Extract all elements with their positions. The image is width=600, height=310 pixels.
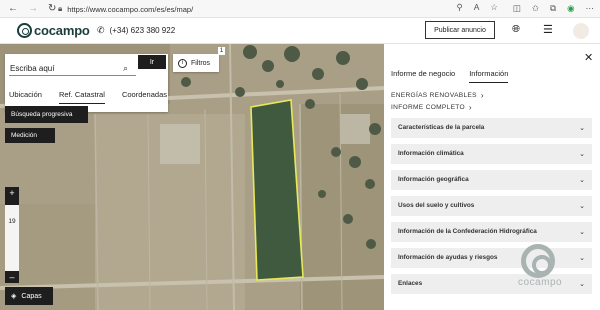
layers-button[interactable]: ◈ Capas — [5, 287, 53, 305]
chevron-down-icon: ⌄ — [579, 202, 585, 210]
split-screen-icon[interactable]: ◫ — [513, 3, 521, 14]
map[interactable]: ⌕ Ir Ubicación Ref. Catastral Coordenada… — [0, 44, 384, 310]
address-bar[interactable]: 🔒︎ https://www.cocampo.com/es/es/map/ ⚲ … — [58, 2, 498, 16]
section-land-use[interactable]: Usos del suelo y cultivos ⌄ — [391, 196, 592, 216]
zoom-control: + 19 – — [5, 187, 19, 283]
site-header: cocampo ✆ (+34) 623 380 922 Publicar anu… — [0, 18, 600, 44]
renewable-energy-label: ENERGÍAS RENOVABLES — [391, 92, 477, 99]
chevron-down-icon: ⌄ — [579, 150, 585, 158]
chevron-down-icon: ⌄ — [579, 176, 585, 184]
browser-extensions: ◫ ✩ ⧉ ◉ ⋯ — [513, 3, 594, 14]
filters-button[interactable]: i Filtros — [173, 54, 219, 72]
search-tabs: Ubicación Ref. Catastral Coordenadas — [9, 90, 167, 104]
measurement-button[interactable]: Medición — [5, 128, 55, 143]
tab-information[interactable]: Información — [469, 69, 509, 83]
zoom-level: 19 — [8, 218, 16, 225]
chevron-right-icon: › — [468, 103, 472, 112]
avatar[interactable] — [573, 23, 589, 39]
lock-icon[interactable]: 🔒︎ — [58, 4, 62, 14]
full-report-link[interactable]: INFORME COMPLETO › — [391, 103, 484, 112]
section-label: Información de ayudas y riesgos — [398, 254, 498, 262]
search-panel: ⌕ Ir Ubicación Ref. Catastral Coordenada… — [5, 54, 168, 112]
publish-ad-button[interactable]: Publicar anuncio — [425, 21, 495, 39]
globe-icon[interactable]: 🌐︎ — [512, 24, 520, 35]
section-aid-risks[interactable]: Información de ayudas y riesgos ⌄ — [391, 248, 592, 268]
section-label: Información climática — [398, 150, 464, 158]
renewable-energy-link[interactable]: ENERGÍAS RENOVABLES › — [391, 91, 484, 100]
filters-count-badge: 1 — [218, 47, 225, 55]
zoom-slider[interactable]: 19 — [5, 199, 19, 271]
go-button[interactable]: Ir — [138, 55, 166, 69]
favorites-icon[interactable]: ✩ — [532, 3, 539, 14]
filters-label: Filtros — [191, 59, 211, 67]
section-label: Características de la parcela — [398, 124, 485, 132]
chevron-right-icon: › — [480, 91, 484, 100]
search-icon[interactable]: ⌕ — [123, 63, 128, 74]
section-hydrographic[interactable]: Información de la Confederación Hidrográ… — [391, 222, 592, 242]
logo[interactable]: cocampo — [17, 23, 90, 38]
more-icon[interactable]: ⋯ — [586, 3, 595, 14]
full-report-label: INFORME COMPLETO — [391, 104, 465, 111]
whatsapp-icon: ✆ — [97, 25, 105, 35]
chevron-down-icon: ⌄ — [579, 254, 585, 262]
forward-icon[interactable]: → — [28, 3, 38, 14]
section-climate[interactable]: Información climática ⌄ — [391, 144, 592, 164]
favorite-icon[interactable]: ☆ — [490, 2, 498, 13]
tab-ref-catastral[interactable]: Ref. Catastral — [59, 90, 105, 104]
extension-icon[interactable]: ◉ — [567, 3, 574, 14]
section-label: Información geográfica — [398, 176, 469, 184]
info-panel: ✕ Informe de negocio Información ENERGÍA… — [384, 44, 600, 310]
tab-coordenadas[interactable]: Coordenadas — [122, 90, 167, 104]
progressive-search-button[interactable]: Búsqueda progresiva — [5, 106, 88, 123]
zoom-icon[interactable]: ⚲ — [456, 2, 462, 13]
section-characteristics[interactable]: Características de la parcela ⌄ — [391, 118, 592, 138]
tab-business-report[interactable]: Informe de negocio — [391, 69, 455, 83]
url-text[interactable]: https://www.cocampo.com/es/es/map/ — [67, 5, 193, 14]
browser-toolbar: ← → ↻ 🔒︎ https://www.cocampo.com/es/es/m… — [0, 0, 600, 18]
browser-nav: ← → ↻ — [0, 3, 58, 14]
panel-tabs: Informe de negocio Información — [391, 69, 509, 83]
section-label: Información de la Confederación Hidrográ… — [398, 228, 537, 236]
reload-icon[interactable]: ↻ — [48, 3, 56, 14]
logo-text: cocampo — [34, 23, 90, 38]
phone-contact[interactable]: ✆ (+34) 623 380 922 — [97, 25, 175, 36]
tab-ubicacion[interactable]: Ubicación — [9, 90, 42, 104]
menu-icon[interactable]: ☰ — [543, 23, 553, 36]
watermark-logo-icon — [521, 244, 555, 278]
collections-icon[interactable]: ⧉ — [550, 3, 556, 14]
zoom-out-button[interactable]: – — [5, 271, 19, 283]
phone-number: (+34) 623 380 922 — [109, 26, 176, 35]
section-label: Enlaces — [398, 280, 423, 288]
layers-icon: ◈ — [11, 293, 17, 300]
read-aloud-icon[interactable]: A — [474, 2, 480, 13]
chevron-down-icon: ⌄ — [579, 280, 585, 288]
close-icon[interactable]: ✕ — [584, 51, 593, 64]
chevron-down-icon: ⌄ — [579, 228, 585, 236]
back-icon[interactable]: ← — [8, 3, 18, 14]
zoom-in-button[interactable]: + — [5, 187, 19, 199]
logo-icon — [17, 23, 32, 38]
watermark-text: cocampo — [518, 277, 563, 288]
layers-label: Capas — [21, 292, 42, 300]
zoom-slider-fill — [5, 199, 19, 205]
section-geographic[interactable]: Información geográfica ⌄ — [391, 170, 592, 190]
panel-links: ENERGÍAS RENOVABLES › INFORME COMPLETO › — [391, 91, 484, 115]
section-label: Usos del suelo y cultivos — [398, 202, 475, 210]
chevron-down-icon: ⌄ — [579, 124, 585, 132]
section-list: Características de la parcela ⌄ Informac… — [391, 118, 592, 300]
info-icon: i — [178, 58, 187, 68]
search-input[interactable] — [9, 62, 136, 76]
